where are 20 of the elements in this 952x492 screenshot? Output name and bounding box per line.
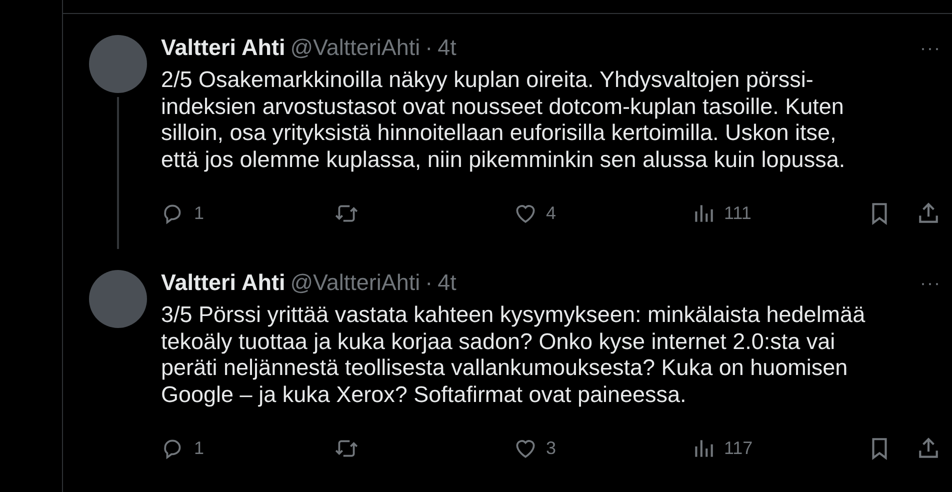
author-handle[interactable]: @ValtteriAhti [290, 266, 420, 300]
like-count[interactable]: 3 [546, 435, 556, 462]
timestamp[interactable]: 4t [438, 266, 456, 300]
author-name[interactable]: Valtteri Ahti [161, 266, 286, 300]
like-count[interactable]: 4 [546, 200, 556, 227]
author-name[interactable]: Valtteri Ahti [161, 31, 286, 65]
timestamp[interactable]: 4t [438, 31, 456, 65]
view-count[interactable]: 117 [724, 435, 753, 462]
separator: · [425, 34, 433, 62]
tweet-text: 3/5 Pörssi yrittää vastata kahteen kysymykseen: minkälaista hedelmää tekoäly tuottaa ja kuka korjaa sadon? Onko kyse internet 2.0:sta vai peräti neljännestä teollisesta vallankumouksesta? Kuka on huomisen Google – ja kuka Xerox? Softafirmat ovat paineessa. [161, 302, 866, 408]
share-icon[interactable] [916, 436, 941, 461]
author-handle[interactable]: @ValtteriAhti [290, 31, 420, 65]
reply-count[interactable]: 1 [194, 200, 204, 227]
tweet-text: 2/5 Osakemarkkinoilla näkyy kuplan oireita. Yhdysvaltojen pörssi-indeksien arvostustasot ovat nousseet dotcom-kuplan tasoille. Kuten silloin, osa yrityksistä hinnoitellaan euforisilla kertoimilla. Uskon itse, että jos olemme kuplassa, niin pikemminkin sen alussa kuin lopussa. [161, 67, 846, 174]
separator: · [425, 269, 433, 298]
share-icon[interactable] [916, 201, 941, 226]
more-button[interactable]: ··· [920, 270, 941, 296]
more-button[interactable]: ··· [920, 34, 941, 62]
reply-count[interactable]: 1 [194, 435, 204, 462]
view-count[interactable]: 111 [724, 200, 752, 227]
